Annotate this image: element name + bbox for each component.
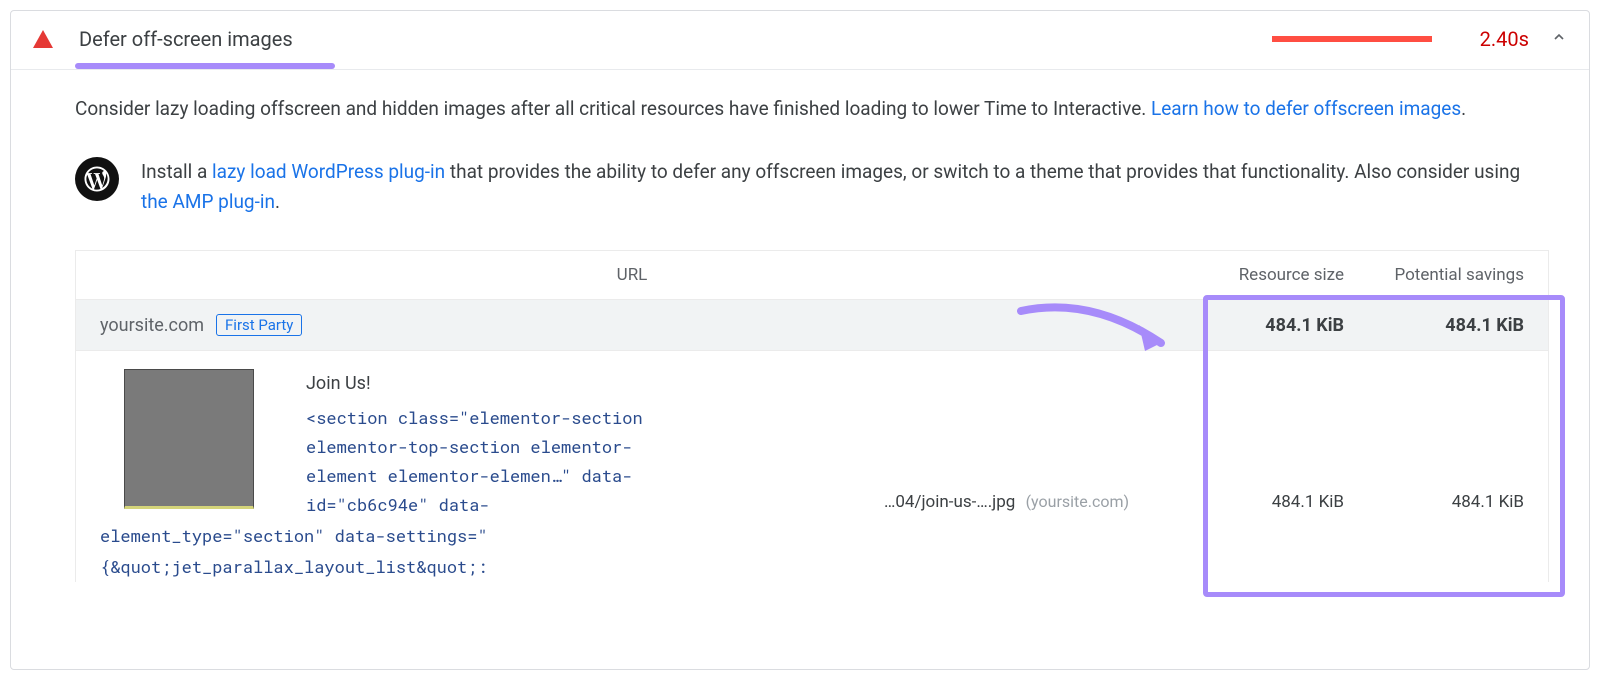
col-header-resource-size: Resource size	[1164, 265, 1344, 285]
item-label: Join Us!	[306, 373, 884, 394]
item-url-host: (yoursite.com)	[1026, 492, 1129, 511]
table-header-row: URL Resource size Potential savings	[76, 251, 1548, 300]
annotation-underline	[75, 63, 335, 69]
group-host: yoursite.com	[100, 315, 204, 336]
item-code-line: id="cb6c94e" data-	[306, 491, 884, 520]
group-resource-size: 484.1 KiB	[1164, 315, 1344, 336]
chevron-up-icon[interactable]	[1551, 29, 1567, 49]
col-header-potential-savings: Potential savings	[1344, 265, 1524, 285]
item-code-line: elementor-top-section elementor-	[306, 433, 884, 462]
group-row: yoursite.com First Party 484.1 KiB 484.1…	[76, 300, 1548, 351]
amp-plugin-link[interactable]: the AMP plug-in	[141, 190, 275, 213]
item-code-line: element elementor-elemen…" data-	[306, 462, 884, 491]
stack-t3: .	[275, 190, 280, 213]
audit-time: 2.40s	[1480, 27, 1529, 51]
table-row: Join Us! <section class="elementor-secti…	[76, 351, 1548, 520]
item-resource-size: 484.1 KiB	[1164, 492, 1344, 512]
group-potential-savings: 484.1 KiB	[1344, 315, 1524, 336]
opportunity-table: URL Resource size Potential savings your…	[75, 250, 1549, 581]
lazy-load-plugin-link[interactable]: lazy load WordPress plug-in	[212, 160, 445, 183]
image-thumbnail	[124, 369, 254, 509]
first-party-badge: First Party	[216, 314, 302, 336]
item-code-line: <section class="elementor-section	[306, 404, 884, 433]
stack-t2: that provides the ability to defer any o…	[445, 160, 1520, 183]
item-code-overflow: {&quot;jet_parallax_layout_list&quot;:	[100, 553, 1548, 582]
audit-body: Consider lazy loading offscreen and hidd…	[11, 70, 1589, 582]
audit-header[interactable]: Defer off-screen images 2.40s	[11, 11, 1589, 69]
stack-pack-text: Install a lazy load WordPress plug-in th…	[141, 157, 1549, 216]
stack-t1: Install a	[141, 160, 212, 183]
audit-panel: Defer off-screen images 2.40s Consider l…	[10, 10, 1590, 670]
sparkline-bar	[1272, 36, 1432, 42]
desc-text: Consider lazy loading offscreen and hidd…	[75, 97, 1151, 120]
wordpress-icon	[75, 157, 119, 201]
col-header-url: URL	[100, 265, 1164, 285]
item-code-overflow: element_type="section" data-settings="	[100, 522, 1548, 551]
audit-title: Defer off-screen images	[79, 27, 293, 51]
item-potential-savings: 484.1 KiB	[1344, 492, 1524, 512]
audit-description: Consider lazy loading offscreen and hidd…	[75, 94, 1549, 123]
item-url[interactable]: …04/join-us-….jpg (yoursite.com)	[884, 492, 1164, 512]
warning-triangle-icon	[33, 30, 53, 48]
learn-more-link[interactable]: Learn how to defer offscreen images	[1151, 97, 1461, 120]
item-url-text: …04/join-us-….jpg	[884, 492, 1015, 512]
desc-period: .	[1461, 97, 1466, 120]
stack-pack-row: Install a lazy load WordPress plug-in th…	[75, 157, 1549, 216]
